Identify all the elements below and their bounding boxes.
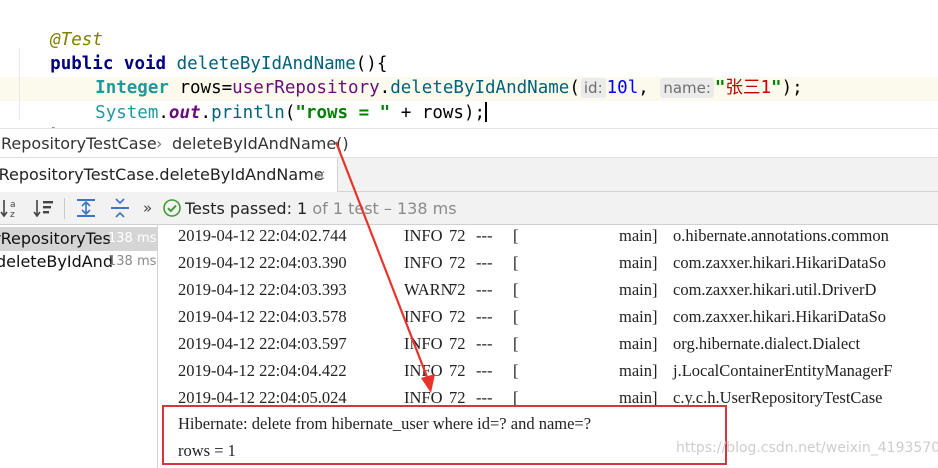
log-thread: main] [619,280,658,299]
sort-alphabetically-icon[interactable]: a z [0,196,24,220]
log-bracket: [ [513,361,519,380]
tests-total-text: of 1 test – 138 ms [312,199,457,218]
collapse-all-icon[interactable] [108,196,132,220]
log-logger: com.zaxxer.hikari.HikariDataSo [673,253,887,272]
param-hint-name: name: [660,78,714,98]
log-separator: --- [476,253,493,272]
log-separator: --- [476,334,493,353]
log-bracket: [ [513,307,519,326]
arg-name: 张三1 [725,78,772,98]
arg-id: 10l [606,78,639,98]
test-tree: rRepositoryTes 138 ms deleteByIdAnd 138 … [0,225,158,468]
test-runner-toolbar: a z » Tests passed: 1 of 1 test – 138 ms [0,192,938,225]
log-level: WARN [404,280,453,299]
breadcrumb-separator: › [156,134,163,153]
test-tree-item-label: rRepositoryTes [0,229,111,248]
log-thread: main] [619,226,658,245]
println-call: println [211,103,285,123]
log-logger: o.hibernate.annotations.common [673,226,889,245]
class-system: System [95,103,159,123]
log-pid: 72 [449,361,466,380]
test-status: Tests passed: 1 of 1 test – 138 ms [185,192,457,225]
run-tab-title: rRepositoryTestCase.deleteByIdAndName [0,165,324,184]
log-level: INFO [404,334,443,353]
open-paren: ( [284,103,296,123]
code-line-repository-call: Integer rows=userRepository.deleteByIdAn… [53,52,803,98]
string-rows: "rows = " [295,103,391,123]
more-actions-chevron[interactable]: » [143,197,152,219]
dot: . [200,103,212,123]
log-logger: j.LocalContainerEntityManagerF [673,361,893,380]
expand-all-icon[interactable] [74,196,98,220]
log-separator: --- [476,307,493,326]
log-bracket: [ [513,334,519,353]
run-tab[interactable]: rRepositoryTestCase.deleteByIdAndName × [0,158,338,192]
close-paren: ); [781,78,803,98]
log-pid: 72 [449,334,466,353]
comma: , [638,78,649,98]
run-tab-bar: rRepositoryTestCase.deleteByIdAndName × [0,158,938,192]
open-paren: ( [569,78,580,98]
log-level: INFO [404,307,443,326]
param-hint-id: id: [580,78,606,98]
tests-passed-count: 1 [297,199,308,218]
log-thread: main] [619,361,658,380]
log-logger: com.zaxxer.hikari.HikariDataSo [673,307,887,326]
code-editor[interactable]: @Test public void deleteByIdAndName(){ I… [0,0,938,146]
log-timestamp: 2019-04-12 22:04:03.578 [178,307,347,326]
svg-text:a: a [10,200,16,210]
watermark: https://blog.csdn.net/weixin_41935702 [676,440,938,456]
log-level: INFO [404,253,443,272]
console-output[interactable]: 2019-04-12 22:04:02.744 INFO 72 --- [ ma… [159,225,938,468]
log-thread: main] [619,253,658,272]
log-separator: --- [476,226,493,245]
log-separator: --- [476,280,493,299]
breadcrumb: RepositoryTestCase › deleteByIdAndName() [0,128,938,158]
log-bracket: [ [513,226,519,245]
quote-open: " [714,78,726,98]
concat-rows: + rows); [390,103,486,123]
text-caret [485,102,488,122]
test-tree-item-time: 138 ms [108,254,157,269]
test-tree-item-label: deleteByIdAnd [0,252,113,271]
code-line-closing-brace: } [8,100,61,146]
breadcrumb-class[interactable]: RepositoryTestCase [1,129,157,158]
sql-statement: Hibernate: delete from hibernate_user wh… [178,414,592,433]
field-out: out [168,103,201,123]
code-line-method-signature: public void deleteByIdAndName(){ [8,28,387,74]
quote-close: " [771,78,782,98]
log-thread: main] [619,334,658,353]
log-pid: 72 [449,307,466,326]
log-timestamp: 2019-04-12 22:04:03.390 [178,253,347,272]
code-line-annotation: @Test [8,4,103,50]
log-pid: 72 [449,280,466,299]
test-tree-item-method[interactable]: deleteByIdAnd 138 ms [0,250,157,274]
sort-by-duration-icon[interactable] [32,196,56,220]
log-bracket: [ [513,280,519,299]
log-timestamp: 2019-04-12 22:04:03.597 [178,334,347,353]
log-pid: 72 [449,226,466,245]
check-circle-icon [163,199,181,217]
test-tree-item-time: 138 ms [108,231,157,246]
log-logger: com.zaxxer.hikari.util.DriverD [673,280,877,299]
code-line-println: System.out.println("rows = " + rows); [53,77,488,123]
breadcrumb-method[interactable]: deleteByIdAndName() [172,129,349,158]
log-separator: --- [476,361,493,380]
log-timestamp: 2019-04-12 22:04:02.744 [178,226,347,245]
test-tree-item-class[interactable]: rRepositoryTes 138 ms [0,227,157,251]
log-timestamp: 2019-04-12 22:04:03.393 [178,280,347,299]
close-icon[interactable]: × [314,158,327,192]
log-bracket: [ [513,253,519,272]
tests-passed-label: Tests passed: [185,199,292,218]
log-timestamp: 2019-04-12 22:04:04.422 [178,361,347,380]
toolbar-separator [64,198,65,219]
rows-result: rows = 1 [178,441,236,460]
log-level: INFO [404,226,443,245]
log-pid: 72 [449,253,466,272]
log-logger: org.hibernate.dialect.Dialect [673,334,861,353]
dot: . [158,103,169,123]
svg-text:z: z [10,210,15,220]
log-thread: main] [619,307,658,326]
log-level: INFO [404,361,443,380]
